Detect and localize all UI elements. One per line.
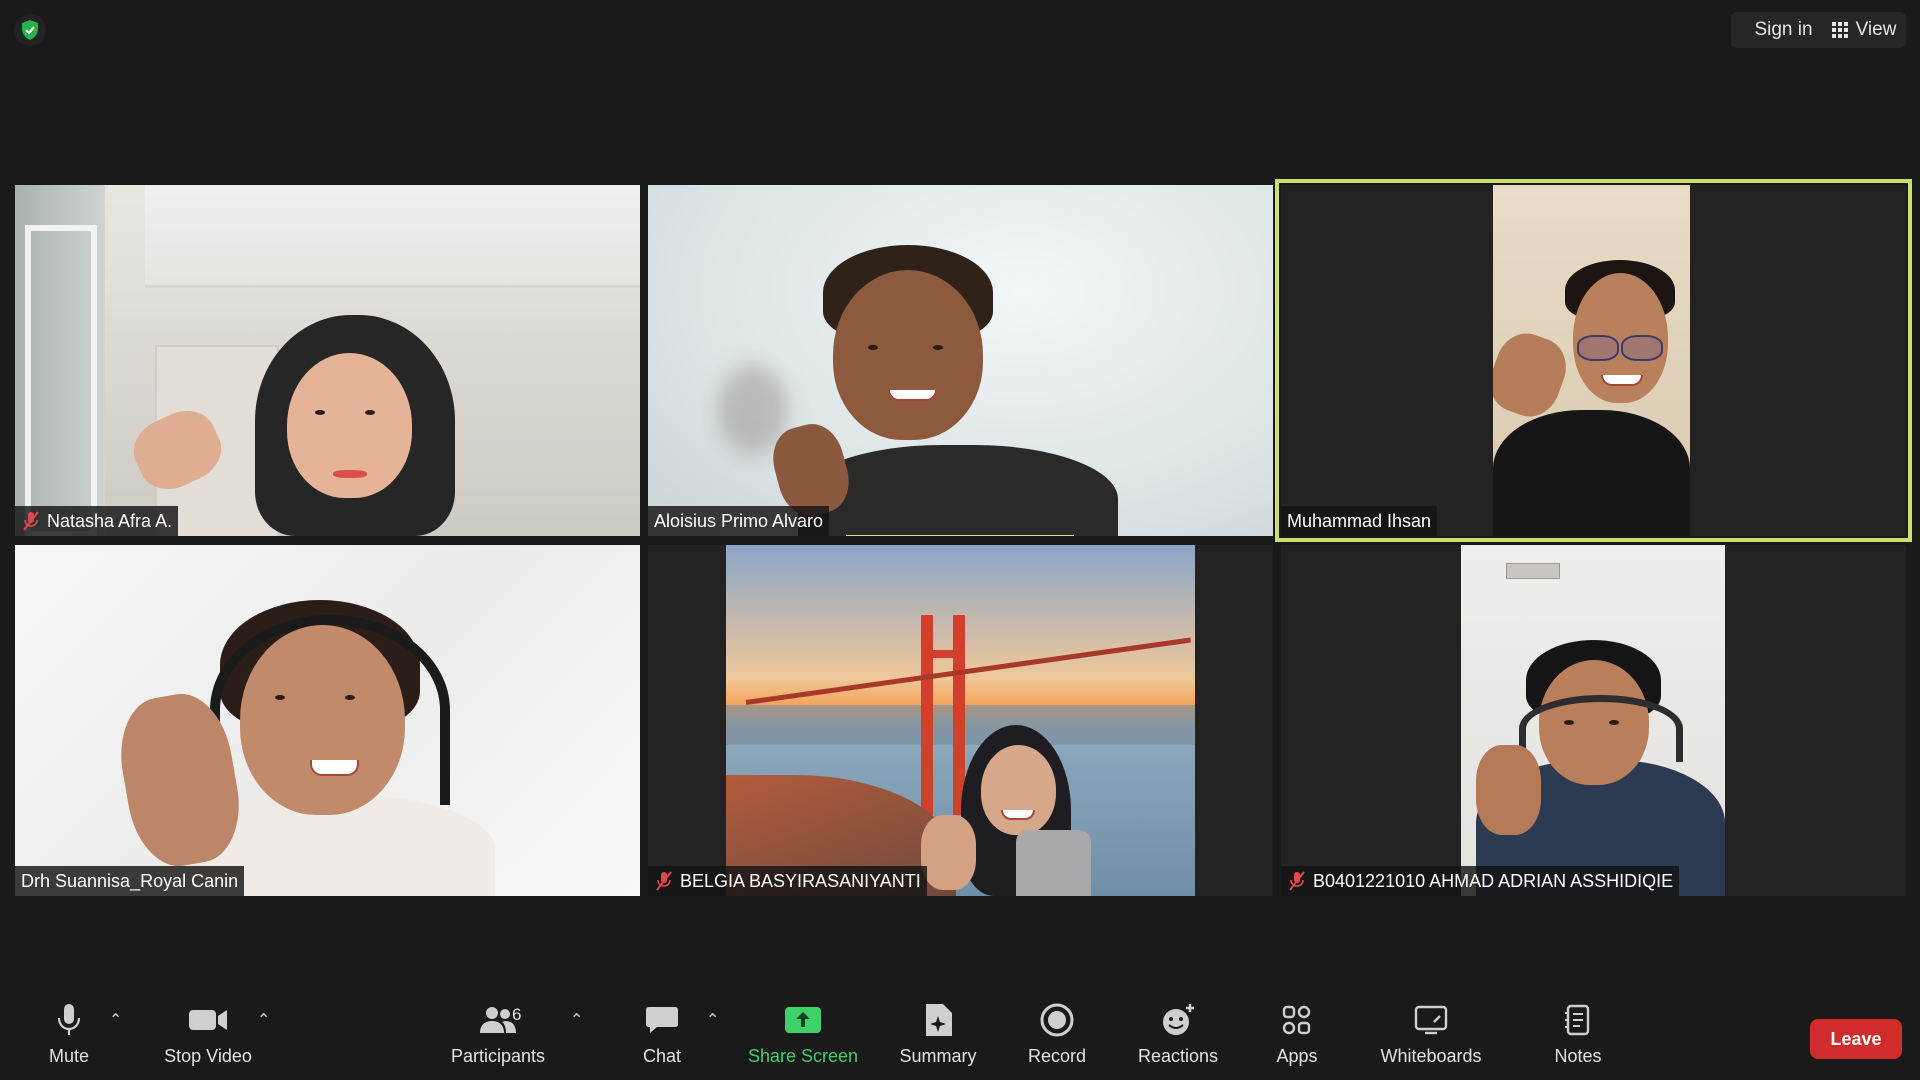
sign-in-label: Sign in	[1754, 19, 1813, 40]
participant-name: Natasha Afra A.	[47, 510, 173, 531]
grid-view-icon	[1831, 22, 1848, 38]
muted-mic-icon	[1287, 870, 1307, 892]
summary-document-sparkle-icon	[923, 1002, 953, 1038]
participant-name-tag: Muhammad Ihsan	[1281, 506, 1438, 536]
notes-label: Notes	[1554, 1046, 1602, 1066]
participant-name-tag: Aloisius Primo Alvaro	[648, 506, 830, 536]
participant-video	[1461, 545, 1725, 896]
record-icon	[1040, 1002, 1074, 1038]
notes-button[interactable]: Notes	[1552, 1002, 1604, 1067]
summary-button[interactable]: Summary	[896, 1002, 980, 1067]
leave-label: Leave	[1830, 1028, 1882, 1049]
participant-video	[1493, 185, 1690, 536]
video-tile-natasha[interactable]: Natasha Afra A.	[15, 185, 640, 536]
reactions-smiley-icon	[1160, 1002, 1196, 1038]
stop-video-label: Stop Video	[164, 1046, 252, 1066]
share-screen-label: Share Screen	[747, 1046, 859, 1066]
sign-in-button[interactable]: Sign in	[1731, 12, 1836, 48]
microphone-icon	[56, 1002, 82, 1038]
participant-name-tag: BELGIA BASYIRASANIYANTI	[648, 866, 927, 896]
apps-label: Apps	[1276, 1046, 1318, 1066]
stop-video-button[interactable]: Stop Video	[160, 1002, 256, 1067]
audio-options-chevron-up-icon[interactable]: ⌃	[109, 1010, 122, 1030]
participant-video	[15, 545, 640, 896]
record-button[interactable]: Record	[1023, 1002, 1091, 1067]
participant-name: BELGIA BASYIRASANIYANTI	[680, 870, 921, 891]
view-button[interactable]: View	[1822, 12, 1906, 48]
participant-name: Aloisius Primo Alvaro	[654, 510, 824, 531]
participants-options-chevron-up-icon[interactable]: ⌃	[570, 1010, 583, 1030]
participants-label: Participants	[450, 1046, 546, 1066]
security-shield-icon[interactable]	[14, 14, 46, 46]
video-camera-icon	[188, 1002, 228, 1038]
whiteboards-label: Whiteboards	[1380, 1046, 1482, 1066]
participants-count: 6	[512, 1005, 522, 1024]
muted-mic-icon	[654, 870, 674, 892]
chat-label: Chat	[642, 1046, 682, 1066]
notes-icon	[1564, 1002, 1592, 1038]
chat-options-chevron-up-icon[interactable]: ⌃	[706, 1010, 719, 1030]
whiteboard-icon	[1414, 1002, 1448, 1038]
participant-name-tag: B0401221010 AHMAD ADRIAN ASSHIDIQIE	[1281, 866, 1680, 896]
participant-name: Drh Suannisa_Royal Canin	[21, 870, 239, 891]
whiteboards-button[interactable]: Whiteboards	[1376, 1002, 1486, 1067]
participant-video	[648, 185, 1273, 536]
participants-button[interactable]: 6 Participants	[448, 1002, 548, 1067]
participant-name: Muhammad Ihsan	[1287, 510, 1432, 531]
video-tile-aloisius[interactable]: Aloisius Primo Alvaro	[648, 185, 1273, 536]
mute-button[interactable]: Mute	[44, 1002, 94, 1067]
apps-icon	[1282, 1002, 1312, 1038]
muted-mic-icon	[21, 510, 41, 532]
reactions-label: Reactions	[1137, 1046, 1219, 1066]
share-screen-button[interactable]: Share Screen	[747, 1002, 859, 1067]
chat-bubble-icon	[645, 1002, 679, 1038]
video-tile-suannisa[interactable]: Drh Suannisa_Royal Canin	[15, 545, 640, 896]
summary-label: Summary	[899, 1046, 977, 1066]
apps-button[interactable]: Apps	[1274, 1002, 1320, 1067]
virtual-background-bridge	[726, 545, 1195, 896]
leave-meeting-button[interactable]: Leave	[1810, 1019, 1902, 1059]
video-tile-ahmad-adrian[interactable]: B0401221010 AHMAD ADRIAN ASSHIDIQIE	[1281, 545, 1906, 896]
video-options-chevron-up-icon[interactable]: ⌃	[257, 1010, 270, 1030]
view-label: View	[1855, 19, 1897, 40]
video-tile-muhammad-ihsan[interactable]: Muhammad Ihsan	[1275, 179, 1912, 542]
chat-button[interactable]: Chat	[637, 1002, 687, 1067]
participant-name-tag: Drh Suannisa_Royal Canin	[15, 866, 245, 896]
record-label: Record	[1027, 1046, 1087, 1066]
share-screen-icon	[784, 1002, 822, 1038]
reactions-button[interactable]: Reactions	[1136, 1002, 1220, 1067]
top-bar: Sign in View	[0, 0, 1920, 60]
meeting-toolbar: Mute ⌃ Stop Video ⌃ 6 Participants ⌃ Cha…	[0, 990, 1920, 1080]
participant-name-tag: Natasha Afra A.	[15, 506, 179, 536]
video-tile-belgia[interactable]: BELGIA BASYIRASANIYANTI	[648, 545, 1273, 896]
participant-name: B0401221010 AHMAD ADRIAN ASSHIDIQIE	[1313, 870, 1674, 891]
mute-label: Mute	[48, 1046, 90, 1066]
participants-icon: 6	[468, 1002, 528, 1038]
participant-video	[15, 185, 640, 536]
